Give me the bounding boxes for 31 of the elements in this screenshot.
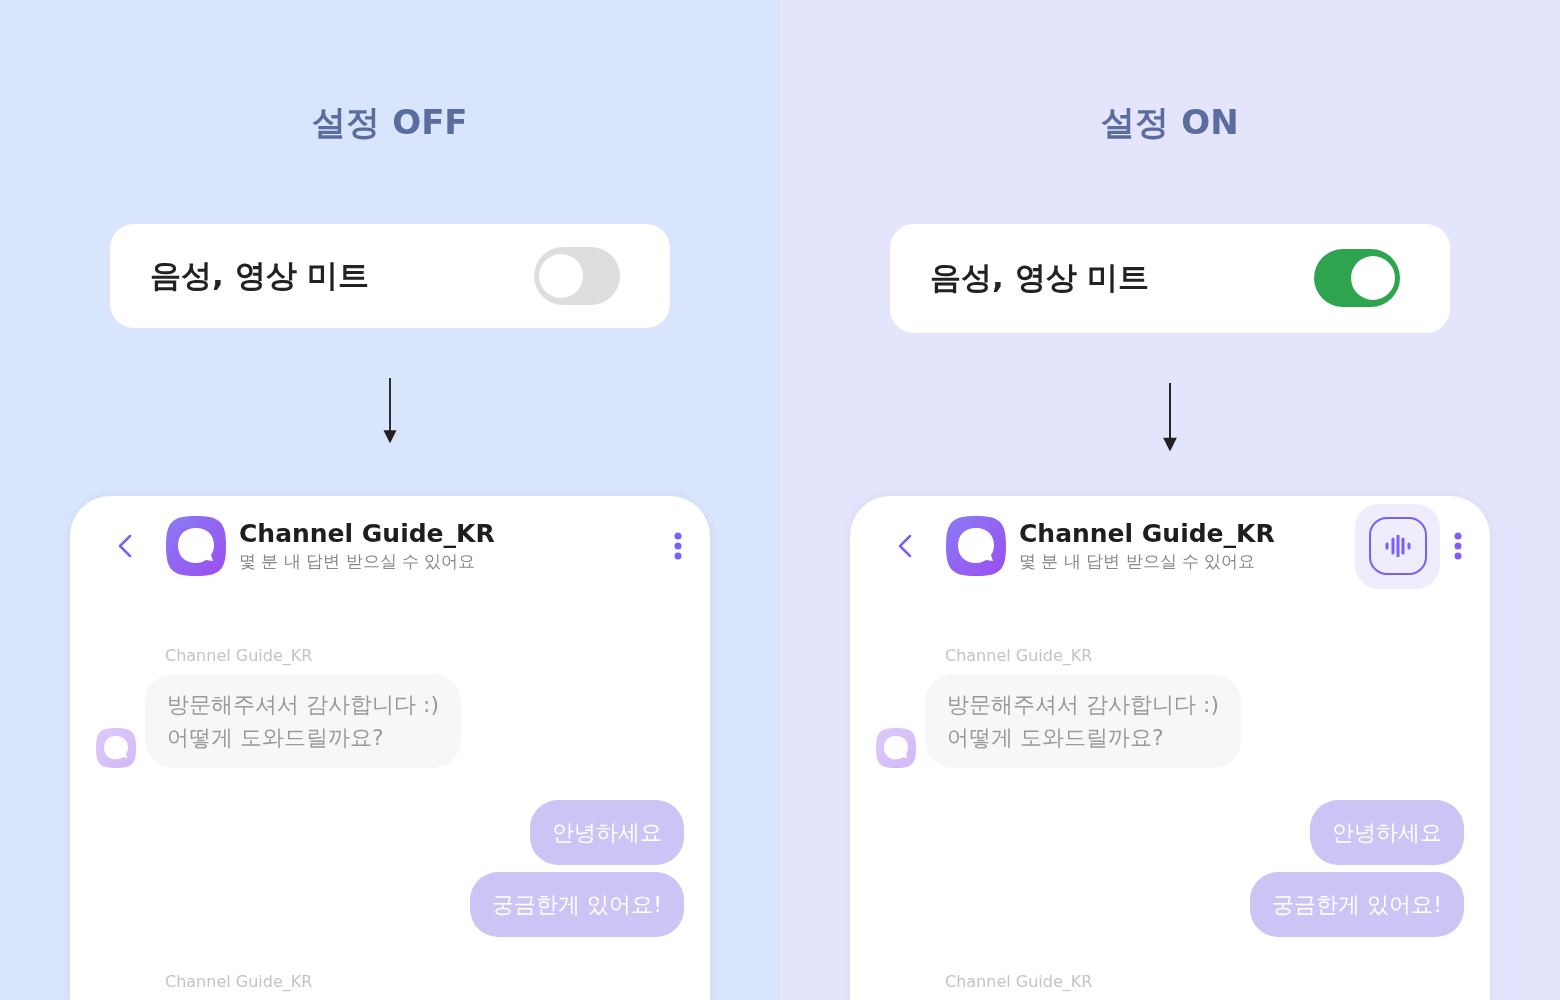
sender-name: Channel Guide_KR (945, 972, 1094, 992)
bot-message: 방문해주셔서 감사합니다 :) 어떻게 도와드릴까요? (925, 674, 1241, 768)
sender-name: Channel Guide_KR (165, 972, 314, 992)
panel-title: 설정 ON (1101, 101, 1239, 144)
more-icon[interactable] (1454, 532, 1462, 560)
user-message: 안녕하세요 (1310, 800, 1464, 865)
setting-label: 음성, 영상 미트 (930, 258, 1150, 298)
channel-avatar (946, 516, 1006, 576)
sender-name: Channel Guide_KR (165, 646, 314, 666)
back-icon[interactable] (118, 534, 132, 558)
bot-avatar (876, 728, 916, 768)
more-icon[interactable] (674, 532, 682, 560)
voice-call-button[interactable] (1355, 503, 1440, 589)
down-arrow (1162, 382, 1178, 451)
bot-message: 방문해주셔서 감사합니다 :) 어떻게 도와드릴까요? (145, 674, 461, 768)
reply-time-status: 몇 분 내 답변 받으실 수 있어요 (239, 550, 477, 573)
reply-time-status: 몇 분 내 답변 받으실 수 있어요 (1019, 550, 1257, 573)
toggle-switch[interactable] (1314, 249, 1400, 308)
panel-title: 설정 OFF (312, 101, 468, 144)
channel-avatar (166, 516, 226, 576)
back-icon[interactable] (898, 534, 912, 558)
sound-wave-icon (1384, 535, 1411, 557)
user-message: 안녕하세요 (530, 800, 684, 865)
setting-label: 음성, 영상 미트 (150, 255, 370, 295)
channel-name: Channel Guide_KR (1019, 519, 1276, 549)
bot-avatar (96, 728, 136, 768)
down-arrow (382, 377, 398, 443)
sender-name: Channel Guide_KR (945, 646, 1094, 666)
user-message: 궁금한게 있어요! (470, 872, 684, 937)
channel-name: Channel Guide_KR (239, 519, 496, 549)
user-message: 궁금한게 있어요! (1250, 872, 1464, 937)
